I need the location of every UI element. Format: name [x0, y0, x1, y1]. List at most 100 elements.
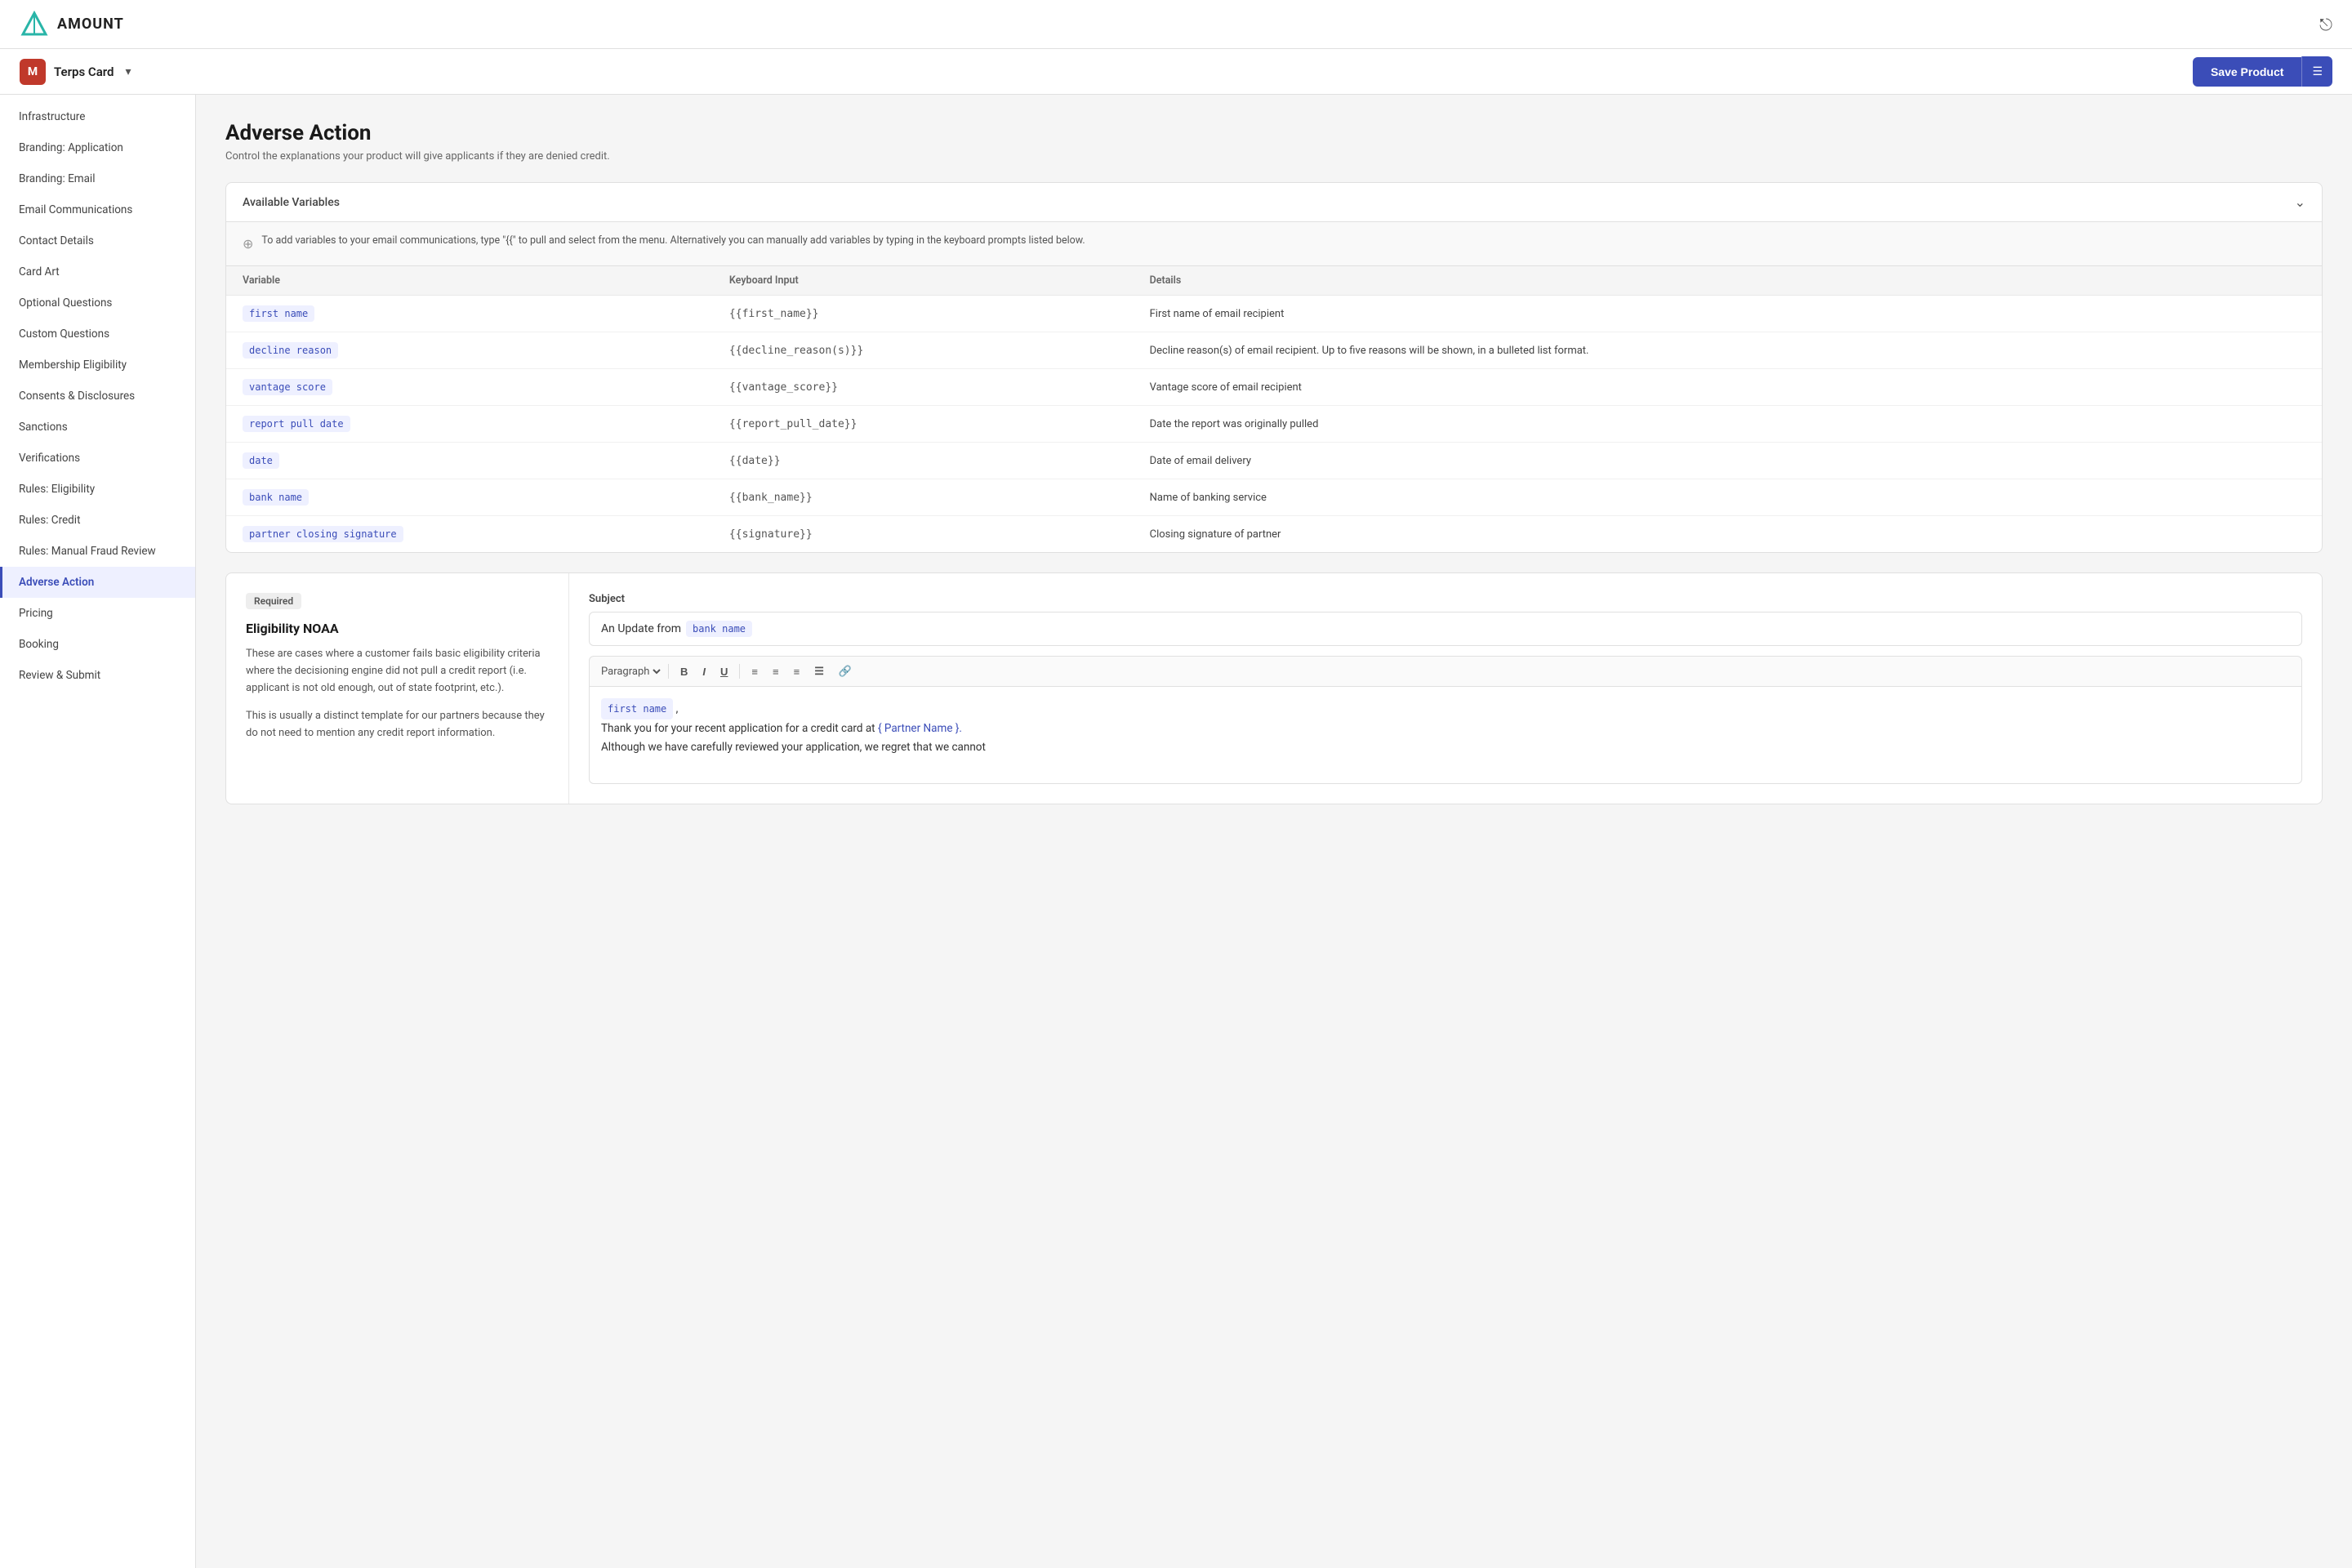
sidebar-item-sanctions[interactable]: Sanctions	[0, 412, 195, 443]
var-name: vantage score	[226, 369, 713, 406]
sidebar: InfrastructureBranding: ApplicationBrand…	[0, 95, 196, 1568]
sidebar-item-rules-manual-fraud-review[interactable]: Rules: Manual Fraud Review	[0, 536, 195, 567]
var-keyboard: {{vantage_score}}	[713, 369, 1134, 406]
variables-info-bar: ⊕ To add variables to your email communi…	[226, 222, 2322, 266]
toolbar-sep-2	[739, 664, 740, 679]
link-button[interactable]: 🔗	[832, 662, 858, 681]
var-tag: report pull date	[243, 416, 350, 432]
sidebar-item-branding-email[interactable]: Branding: Email	[0, 163, 195, 194]
sidebar-item-optional-questions[interactable]: Optional Questions	[0, 287, 195, 318]
noaa-right-panel: Subject An Update from bank name Paragra…	[569, 573, 2322, 804]
var-tag: vantage score	[243, 379, 332, 395]
var-keyboard: {{bank_name}}	[713, 479, 1134, 516]
app-name: AMOUNT	[57, 16, 124, 33]
sidebar-item-branding-application[interactable]: Branding: Application	[0, 132, 195, 163]
eligibility-noaa-section: Required Eligibility NOAA These are case…	[225, 572, 2323, 804]
var-keyboard-text: {{signature}}	[729, 528, 813, 541]
var-details: Name of banking service	[1134, 479, 2322, 516]
table-row: first name {{first_name}} First name of …	[226, 296, 2322, 332]
table-row: partner closing signature {{signature}} …	[226, 516, 2322, 553]
var-tag: first name	[243, 305, 314, 322]
var-keyboard-text: {{first_name}}	[729, 308, 819, 320]
sidebar-item-pricing[interactable]: Pricing	[0, 598, 195, 629]
table-row: date {{date}} Date of email delivery	[226, 443, 2322, 479]
variables-panel: Available Variables ⌄ ⊕ To add variables…	[225, 182, 2323, 553]
variables-panel-label: Available Variables	[243, 196, 340, 209]
sidebar-item-rules-credit[interactable]: Rules: Credit	[0, 505, 195, 536]
sidebar-item-rules-eligibility[interactable]: Rules: Eligibility	[0, 474, 195, 505]
noaa-desc-1: These are cases where a customer fails b…	[246, 646, 549, 697]
var-tag: partner closing signature	[243, 526, 403, 542]
var-keyboard: {{signature}}	[713, 516, 1134, 553]
table-row: decline reason {{decline_reason(s)}} Dec…	[226, 332, 2322, 369]
variables-info-text: To add variables to your email communica…	[261, 234, 1085, 249]
var-keyboard: {{decline_reason(s)}}	[713, 332, 1134, 369]
var-keyboard: {{date}}	[713, 443, 1134, 479]
var-keyboard-text: {{bank_name}}	[729, 492, 813, 504]
variables-panel-header[interactable]: Available Variables ⌄	[226, 183, 2322, 222]
var-keyboard-text: {{decline_reason(s)}}	[729, 345, 863, 357]
sidebar-item-infrastructure[interactable]: Infrastructure	[0, 101, 195, 132]
editor-body[interactable]: first name , Thank you for your recent a…	[589, 686, 2302, 784]
page-title: Adverse Action	[225, 121, 2323, 145]
table-row: report pull date {{report_pull_date}} Da…	[226, 406, 2322, 443]
sidebar-item-consents-disclosures[interactable]: Consents & Disclosures	[0, 381, 195, 412]
italic-button[interactable]: I	[696, 662, 712, 681]
var-tag: decline reason	[243, 342, 338, 359]
amount-logo-icon	[20, 10, 49, 39]
editor-first-name-var: first name	[601, 698, 673, 719]
logout-icon[interactable]: ⎋	[2319, 15, 2332, 34]
logo-area: AMOUNT	[20, 10, 124, 39]
subject-field[interactable]: An Update from bank name	[589, 612, 2302, 646]
col-keyboard: Keyboard Input	[713, 266, 1134, 296]
var-name: bank name	[226, 479, 713, 516]
align-right-button[interactable]: ≡	[787, 662, 807, 681]
underline-button[interactable]: U	[714, 662, 734, 681]
sidebar-item-email-communications[interactable]: Email Communications	[0, 194, 195, 225]
editor-toolbar: Paragraph B I U ≡ ≡ ≡ ☰ 🔗	[589, 656, 2302, 686]
var-tag: date	[243, 452, 279, 469]
noaa-inner: Required Eligibility NOAA These are case…	[226, 573, 2322, 804]
var-keyboard-text: {{vantage_score}}	[729, 381, 838, 394]
sidebar-item-verifications[interactable]: Verifications	[0, 443, 195, 474]
var-details: First name of email recipient	[1134, 296, 2322, 332]
save-btn-group: Save Product ☰	[2193, 56, 2332, 87]
table-row: bank name {{bank_name}} Name of banking …	[226, 479, 2322, 516]
var-details: Closing signature of partner	[1134, 516, 2322, 553]
list-button[interactable]: ☰	[808, 662, 831, 681]
save-product-menu-button[interactable]: ☰	[2301, 56, 2332, 87]
sidebar-item-custom-questions[interactable]: Custom Questions	[0, 318, 195, 350]
noaa-left-panel: Required Eligibility NOAA These are case…	[226, 573, 569, 804]
var-details: Vantage score of email recipient	[1134, 369, 2322, 406]
col-details: Details	[1134, 266, 2322, 296]
sidebar-item-contact-details[interactable]: Contact Details	[0, 225, 195, 256]
table-row: vantage score {{vantage_score}} Vantage …	[226, 369, 2322, 406]
align-left-button[interactable]: ≡	[745, 662, 764, 681]
var-details: Date of email delivery	[1134, 443, 2322, 479]
var-details: Decline reason(s) of email recipient. Up…	[1134, 332, 2322, 369]
sidebar-item-membership-eligibility[interactable]: Membership Eligibility	[0, 350, 195, 381]
product-selector[interactable]: M Terps Card ▾	[20, 59, 131, 85]
sidebar-item-adverse-action[interactable]: Adverse Action	[0, 567, 195, 598]
table-header-row: Variable Keyboard Input Details	[226, 266, 2322, 296]
var-keyboard: {{report_pull_date}}	[713, 406, 1134, 443]
product-caret-icon[interactable]: ▾	[125, 65, 131, 78]
sidebar-item-card-art[interactable]: Card Art	[0, 256, 195, 287]
save-product-button[interactable]: Save Product	[2193, 57, 2301, 87]
chevron-down-icon: ⌄	[2295, 194, 2305, 210]
var-name: date	[226, 443, 713, 479]
sidebar-item-review-submit[interactable]: Review & Submit	[0, 660, 195, 691]
top-nav: AMOUNT ⎋	[0, 0, 2352, 49]
toolbar-sep-1	[668, 664, 669, 679]
bold-button[interactable]: B	[674, 662, 694, 681]
main-content: Adverse Action Control the explanations …	[196, 95, 2352, 1568]
noaa-desc-2: This is usually a distinct template for …	[246, 708, 549, 742]
paragraph-select[interactable]: Paragraph	[598, 665, 663, 679]
sidebar-item-booking[interactable]: Booking	[0, 629, 195, 660]
product-name: Terps Card	[54, 65, 114, 79]
var-keyboard-text: {{date}}	[729, 455, 781, 467]
subject-bank-name-var: bank name	[686, 621, 752, 637]
align-center-button[interactable]: ≡	[766, 662, 786, 681]
col-variable: Variable	[226, 266, 713, 296]
var-name: partner closing signature	[226, 516, 713, 553]
